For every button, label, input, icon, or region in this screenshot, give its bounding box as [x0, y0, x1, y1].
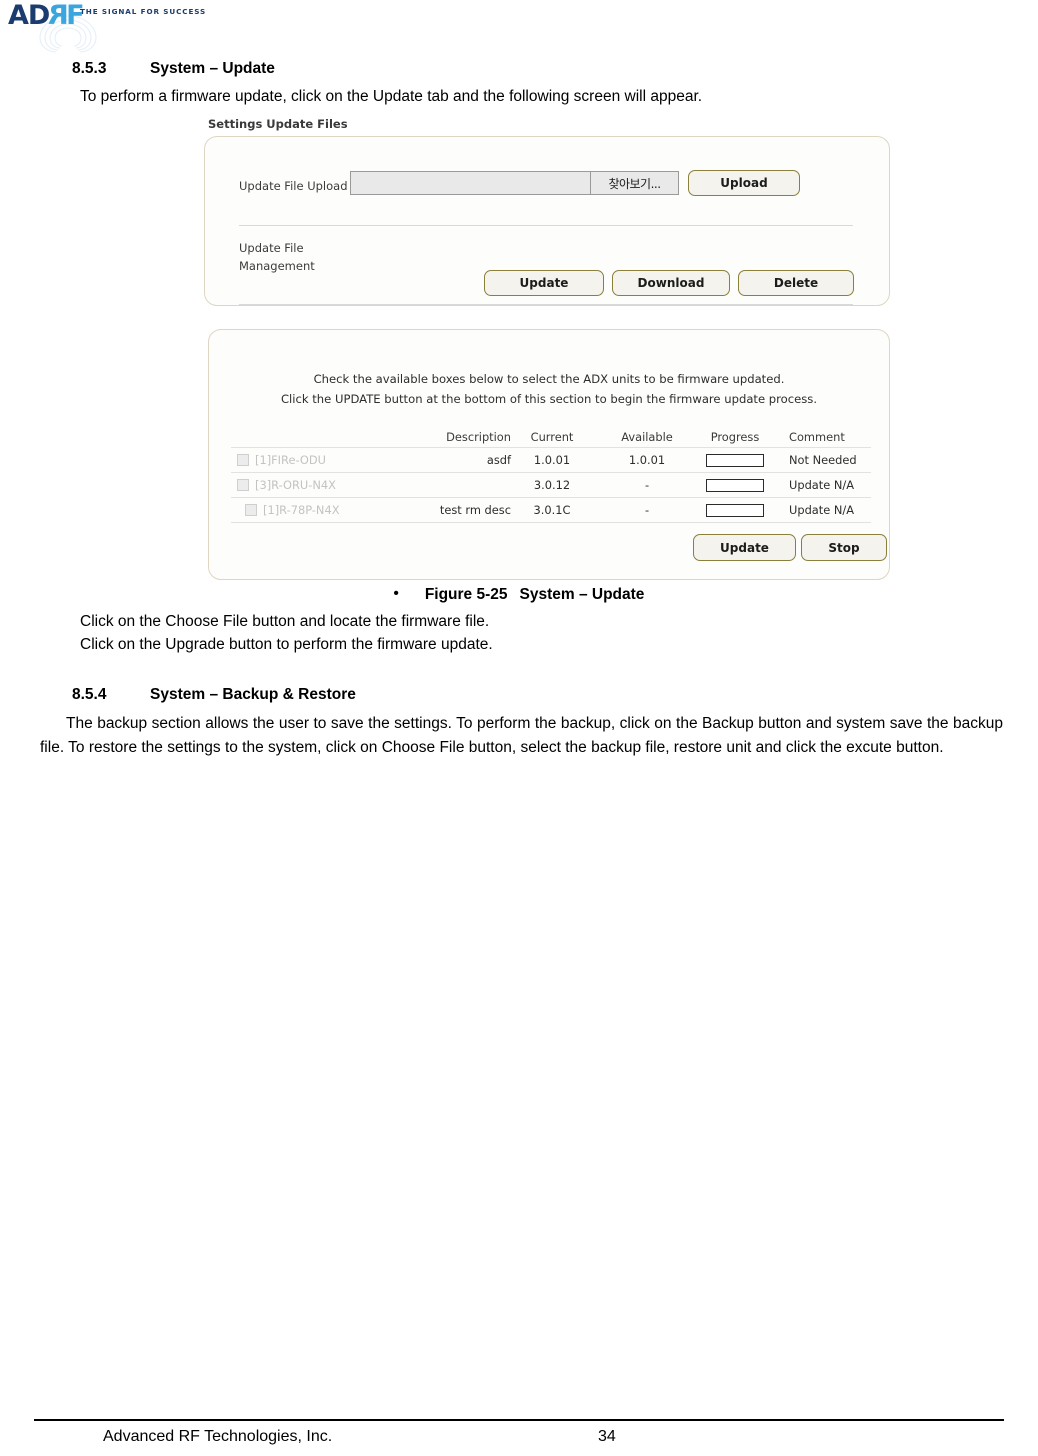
firmware-update-button[interactable]: Update — [693, 534, 796, 561]
row-comment: Update N/A — [789, 478, 855, 492]
row-comment: Not Needed — [789, 453, 857, 467]
update-file-management-label-line2: Management — [239, 259, 315, 273]
browse-button[interactable]: 찾아보기... — [590, 172, 678, 194]
column-header-current: Current — [530, 429, 574, 444]
figure-number: Figure 5-25 — [424, 586, 508, 603]
column-header-available: Available — [621, 429, 673, 444]
heading-8-5-4: 8.5.4 System – Backup & Restore — [72, 686, 356, 704]
management-delete-button[interactable]: Delete — [738, 270, 854, 296]
footer-divider — [34, 1419, 1004, 1421]
section-8-5-4-body-text: The backup section allows the user to sa… — [40, 715, 1003, 756]
footer-company: Advanced RF Technologies, Inc. — [103, 1428, 333, 1445]
adrf-logo: ADRF THE SIGNAL FOR SUCCESS — [8, 0, 338, 53]
upload-button[interactable]: Upload — [688, 170, 800, 196]
settings-update-files-title: Settings Update Files — [208, 117, 348, 131]
row-description: asdf — [486, 453, 511, 467]
update-file-upload-input[interactable]: 찾아보기... — [350, 171, 679, 195]
heading-8-5-3: 8.5.3 System – Update — [72, 60, 275, 78]
update-files-panel: Update File Upload 찾아보기... Upload Update… — [204, 136, 890, 306]
table-row[interactable]: [1]R-78P-N4X test rm desc 3.0.1C - Updat… — [231, 498, 871, 523]
progress-bar — [706, 479, 764, 492]
column-header-comment: Comment — [789, 429, 845, 444]
section-8-5-4-body: The backup section allows the user to sa… — [40, 712, 1003, 760]
update-file-management-label-line1: Update File — [239, 241, 304, 255]
logo-ad: AD — [8, 0, 50, 31]
row-checkbox[interactable] — [237, 479, 249, 491]
panel1-divider-top — [239, 225, 853, 226]
firmware-instruction-line-2: Click the UPDATE button at the bottom of… — [280, 392, 818, 406]
firmware-instruction-line-1: Check the available boxes below to selec… — [313, 372, 785, 386]
update-file-upload-filename[interactable] — [351, 172, 590, 194]
heading-8-5-4-number: 8.5.4 — [72, 686, 107, 703]
table-row[interactable]: [1]FIRe-ODU asdf 1.0.01 1.0.01 Not Neede… — [231, 448, 871, 473]
heading-8-5-4-title: System – Backup & Restore — [150, 686, 356, 703]
firmware-update-panel: Check the available boxes below to selec… — [208, 329, 890, 580]
update-file-upload-label: Update File Upload — [239, 179, 348, 193]
row-unit-name: [1]R-78P-N4X — [263, 503, 340, 517]
management-download-button[interactable]: Download — [612, 270, 730, 296]
table-header-row: Description Current Available Progress C… — [231, 426, 871, 448]
row-checkbox[interactable] — [245, 504, 257, 516]
caption-bullet-icon: • — [393, 585, 399, 602]
logo-tagline: THE SIGNAL FOR SUCCESS — [80, 7, 207, 16]
section-8-5-3-intro: To perform a firmware update, click on t… — [80, 88, 703, 105]
logo-wordmark: ADRF — [8, 0, 85, 31]
row-progress — [701, 453, 769, 467]
table-row[interactable]: [3]R-ORU-N4X 3.0.12 - Update N/A — [231, 473, 871, 498]
row-available: 1.0.01 — [628, 453, 666, 467]
firmware-stop-button[interactable]: Stop — [801, 534, 887, 561]
progress-bar — [706, 504, 764, 517]
footer-page-number: 34 — [598, 1428, 616, 1445]
column-header-progress: Progress — [710, 429, 760, 444]
figure-system-update-screenshot: Settings Update Files Update File Upload… — [204, 114, 894, 580]
firmware-units-table: Description Current Available Progress C… — [231, 426, 871, 523]
row-current: 1.0.01 — [533, 453, 571, 467]
figure-title: System – Update — [519, 586, 645, 603]
row-unit-name: [1]FIRe-ODU — [255, 453, 326, 467]
figure-caption: • Figure 5-25 System – Update — [0, 585, 1038, 604]
row-unit-name: [3]R-ORU-N4X — [255, 478, 336, 492]
column-header-description: Description — [446, 429, 511, 444]
row-current: 3.0.12 — [533, 478, 571, 492]
row-progress — [701, 478, 769, 492]
row-current: 3.0.1C — [533, 503, 571, 517]
row-available: - — [644, 503, 650, 517]
row-comment: Update N/A — [789, 503, 855, 517]
row-available: - — [644, 478, 650, 492]
panel1-divider-bottom — [239, 304, 853, 305]
step-line-2: Click on the Upgrade button to perform t… — [80, 636, 493, 653]
step-line-1: Click on the Choose File button and loca… — [80, 613, 490, 630]
page-header: ADRF THE SIGNAL FOR SUCCESS — [0, 0, 1038, 53]
row-progress — [701, 503, 769, 517]
progress-bar — [706, 454, 764, 467]
heading-8-5-3-number: 8.5.3 — [72, 60, 107, 77]
row-checkbox[interactable] — [237, 454, 249, 466]
management-update-button[interactable]: Update — [484, 270, 604, 296]
row-description: test rm desc — [439, 503, 511, 517]
logo-reversed-r: R — [49, 0, 70, 31]
heading-8-5-3-title: System – Update — [150, 60, 275, 77]
